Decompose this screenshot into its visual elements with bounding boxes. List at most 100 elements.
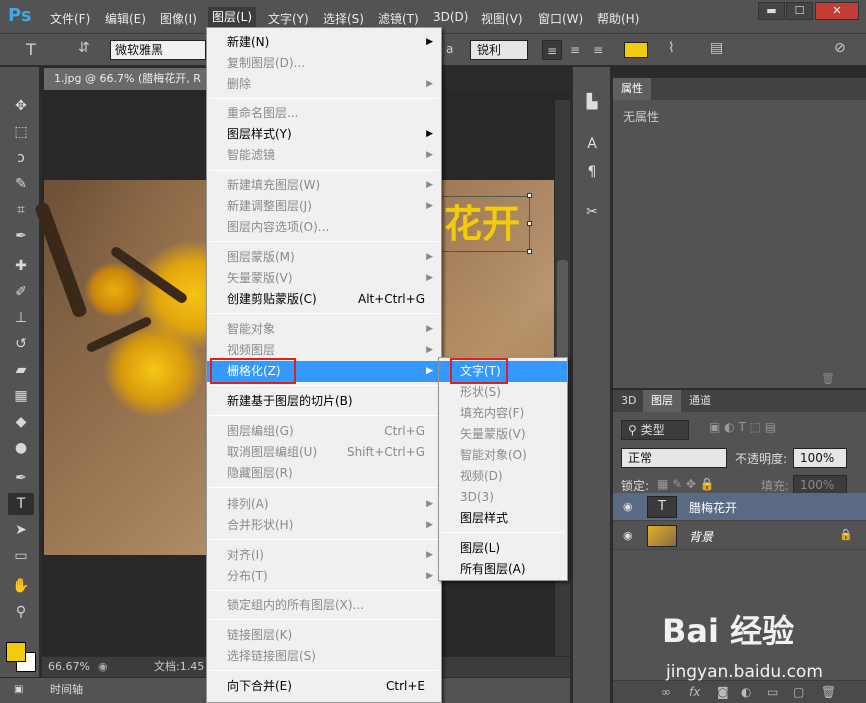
healing-brush-tool-icon[interactable]: ✚ xyxy=(8,255,34,277)
menu-item-link-layers[interactable]: 链接图层(K) xyxy=(207,625,441,646)
filter-type-icons[interactable]: ▣ ◐ T ⬚ ▤ xyxy=(709,420,776,434)
zoom-level[interactable]: 66.67% xyxy=(48,657,90,677)
menu-item-new-adjustment-layer[interactable]: 新建调整图层(J) ▶ xyxy=(207,196,441,217)
menu-item-new[interactable]: 新建(N) ▶ xyxy=(207,32,441,53)
menu-view[interactable]: 视图(V) xyxy=(481,10,523,27)
trash-icon[interactable]: 🗑 xyxy=(821,372,835,385)
menu-item-create-clipping-mask[interactable]: 创建剪贴蒙版(C) Alt+Ctrl+G xyxy=(207,289,441,310)
paragraph-panel-icon[interactable]: ¶ xyxy=(581,161,603,183)
menu-type[interactable]: 文字(Y) xyxy=(268,10,309,27)
menu-item-hide-layers[interactable]: 隐藏图层(R) xyxy=(207,463,441,484)
align-right-button[interactable]: ≡ xyxy=(588,40,608,60)
layer-filter-select[interactable]: ⚲ 类型 xyxy=(621,420,689,440)
foreground-color-swatch[interactable] xyxy=(6,642,26,662)
align-center-button[interactable]: ≡ xyxy=(565,40,585,60)
crop-tool-icon[interactable]: ⌗ xyxy=(8,199,34,221)
type-tool-icon[interactable]: T xyxy=(26,40,36,59)
minimize-button[interactable]: ▬ xyxy=(758,2,785,20)
menu-file[interactable]: 文件(F) xyxy=(50,10,90,27)
menu-item-merge-down[interactable]: 向下合并(E) Ctrl+E xyxy=(207,676,441,697)
layer-name[interactable]: 背景 xyxy=(689,528,713,545)
timeline-icon[interactable]: ▣ xyxy=(14,678,23,702)
menu-item-combine-shapes[interactable]: 合并形状(H) ▶ xyxy=(207,515,441,536)
font-family-select[interactable]: 微软雅黑 xyxy=(110,40,206,60)
eyedropper-tool-icon[interactable]: ✒ xyxy=(8,225,34,247)
menu-item-rename-layer[interactable]: 重命名图层... xyxy=(207,103,441,124)
brush-tool-icon[interactable]: ✐ xyxy=(8,281,34,303)
submenu-item-fill-content[interactable]: 填充内容(F) xyxy=(439,403,567,424)
menu-layer[interactable]: 图层(L) xyxy=(208,7,257,27)
visibility-eye-icon[interactable]: ◉ xyxy=(623,500,637,514)
menu-window[interactable]: 窗口(W) xyxy=(538,10,583,27)
toggle-orientation-icon[interactable]: ⇵ xyxy=(78,40,90,56)
menu-item-vector-mask[interactable]: 矢量蒙版(V) ▶ xyxy=(207,268,441,289)
eraser-tool-icon[interactable]: ▰ xyxy=(8,359,34,381)
quick-select-tool-icon[interactable]: ✎ xyxy=(8,173,34,195)
submenu-item-layer-style[interactable]: 图层样式 xyxy=(439,508,567,529)
layer-name[interactable]: 腊梅花开 xyxy=(689,499,737,516)
antialias-select[interactable]: 锐利 xyxy=(470,40,528,60)
menu-image[interactable]: 图像(I) xyxy=(160,10,197,27)
visibility-eye-icon[interactable]: ◉ xyxy=(623,529,637,543)
type-tool-active-icon[interactable]: T xyxy=(8,493,34,515)
fill-input[interactable]: 100% xyxy=(793,475,847,495)
maximize-button[interactable]: ☐ xyxy=(786,2,813,20)
menu-item-distribute[interactable]: 分布(T) ▶ xyxy=(207,566,441,587)
tool-presets-icon[interactable]: ✂ xyxy=(581,201,603,223)
menu-item-align[interactable]: 对齐(I) ▶ xyxy=(207,545,441,566)
path-selection-tool-icon[interactable]: ➤ xyxy=(8,519,34,541)
menu-item-smart-filter[interactable]: 智能滤镜 ▶ xyxy=(207,145,441,166)
menu-help[interactable]: 帮助(H) xyxy=(597,10,639,27)
cancel-icon[interactable]: ⊘ xyxy=(834,40,846,56)
menu-item-arrange[interactable]: 排列(A) ▶ xyxy=(207,494,441,515)
hand-tool-icon[interactable]: ✋ xyxy=(8,575,34,597)
transform-handle[interactable] xyxy=(527,193,532,198)
menu-item-layer-style[interactable]: 图层样式(Y) ▶ xyxy=(207,124,441,145)
tab-layers[interactable]: 图层 xyxy=(643,390,681,412)
submenu-item-all-layers[interactable]: 所有图层(A) xyxy=(439,559,567,580)
menu-item-delete[interactable]: 删除 ▶ xyxy=(207,74,441,95)
menu-item-new-layer-based-slice[interactable]: 新建基于图层的切片(B) xyxy=(207,391,441,412)
dodge-tool-icon[interactable]: ● xyxy=(8,437,34,459)
blur-tool-icon[interactable]: ◆ xyxy=(8,411,34,433)
status-menu-icon[interactable]: ◉ xyxy=(98,657,108,677)
gradient-tool-icon[interactable]: ▦ xyxy=(8,385,34,407)
move-tool-icon[interactable]: ✥ xyxy=(8,95,34,117)
menu-item-group-layers[interactable]: 图层编组(G) Ctrl+G xyxy=(207,421,441,442)
pen-tool-icon[interactable]: ✒ xyxy=(8,467,34,489)
tab-channels[interactable]: 通道 xyxy=(681,390,719,412)
character-panel-icon[interactable]: ▤ xyxy=(710,40,723,56)
canvas-text-layer[interactable]: 花开 xyxy=(444,196,530,252)
menu-item-new-fill-layer[interactable]: 新建填充图层(W) ▶ xyxy=(207,175,441,196)
menu-item-select-linked-layers[interactable]: 选择链接图层(S) xyxy=(207,646,441,667)
zoom-tool-icon[interactable]: ⚲ xyxy=(8,601,34,623)
layer-row-background[interactable]: ◉ 背景 🔒 xyxy=(613,522,866,550)
tab-3d[interactable]: 3D xyxy=(613,390,644,412)
character-panel-icon[interactable]: A xyxy=(581,133,603,155)
menu-item-layer-mask[interactable]: 图层蒙版(M) ▶ xyxy=(207,247,441,268)
close-button[interactable]: ✕ xyxy=(815,2,859,20)
opacity-input[interactable]: 100% xyxy=(793,448,847,468)
submenu-item-layer[interactable]: 图层(L) xyxy=(439,538,567,559)
menu-item-smart-object[interactable]: 智能对象 ▶ xyxy=(207,319,441,340)
menu-3d[interactable]: 3D(D) xyxy=(433,10,468,24)
submenu-item-smart-object[interactable]: 智能对象(O) xyxy=(439,445,567,466)
transform-handle[interactable] xyxy=(527,249,532,254)
lasso-tool-icon[interactable]: ↄ xyxy=(8,147,34,169)
menu-item-layer-content-options[interactable]: 图层内容选项(O)... xyxy=(207,217,441,238)
transform-handle[interactable] xyxy=(527,221,532,226)
align-left-button[interactable]: ≡ xyxy=(542,40,562,60)
blend-mode-select[interactable]: 正常 xyxy=(621,448,727,468)
submenu-item-3d[interactable]: 3D(3) xyxy=(439,487,567,508)
text-color-swatch[interactable] xyxy=(624,42,648,58)
history-brush-tool-icon[interactable]: ↺ xyxy=(8,333,34,355)
marquee-tool-icon[interactable]: ⬚ xyxy=(8,121,34,143)
submenu-item-vector-mask[interactable]: 矢量蒙版(V) xyxy=(439,424,567,445)
submenu-item-video[interactable]: 视频(D) xyxy=(439,466,567,487)
submenu-item-shape[interactable]: 形状(S) xyxy=(439,382,567,403)
menu-item-lock-all-layers[interactable]: 锁定组内的所有图层(X)... xyxy=(207,595,441,616)
menu-item-duplicate-layer[interactable]: 复制图层(D)... xyxy=(207,53,441,74)
document-tab[interactable]: 1.jpg @ 66.7% (腊梅花开, R xyxy=(44,68,209,90)
layer-row-text[interactable]: ◉ T 腊梅花开 xyxy=(613,493,866,521)
lock-icons[interactable]: ▦ ✎ ✥ 🔒 xyxy=(657,477,715,491)
